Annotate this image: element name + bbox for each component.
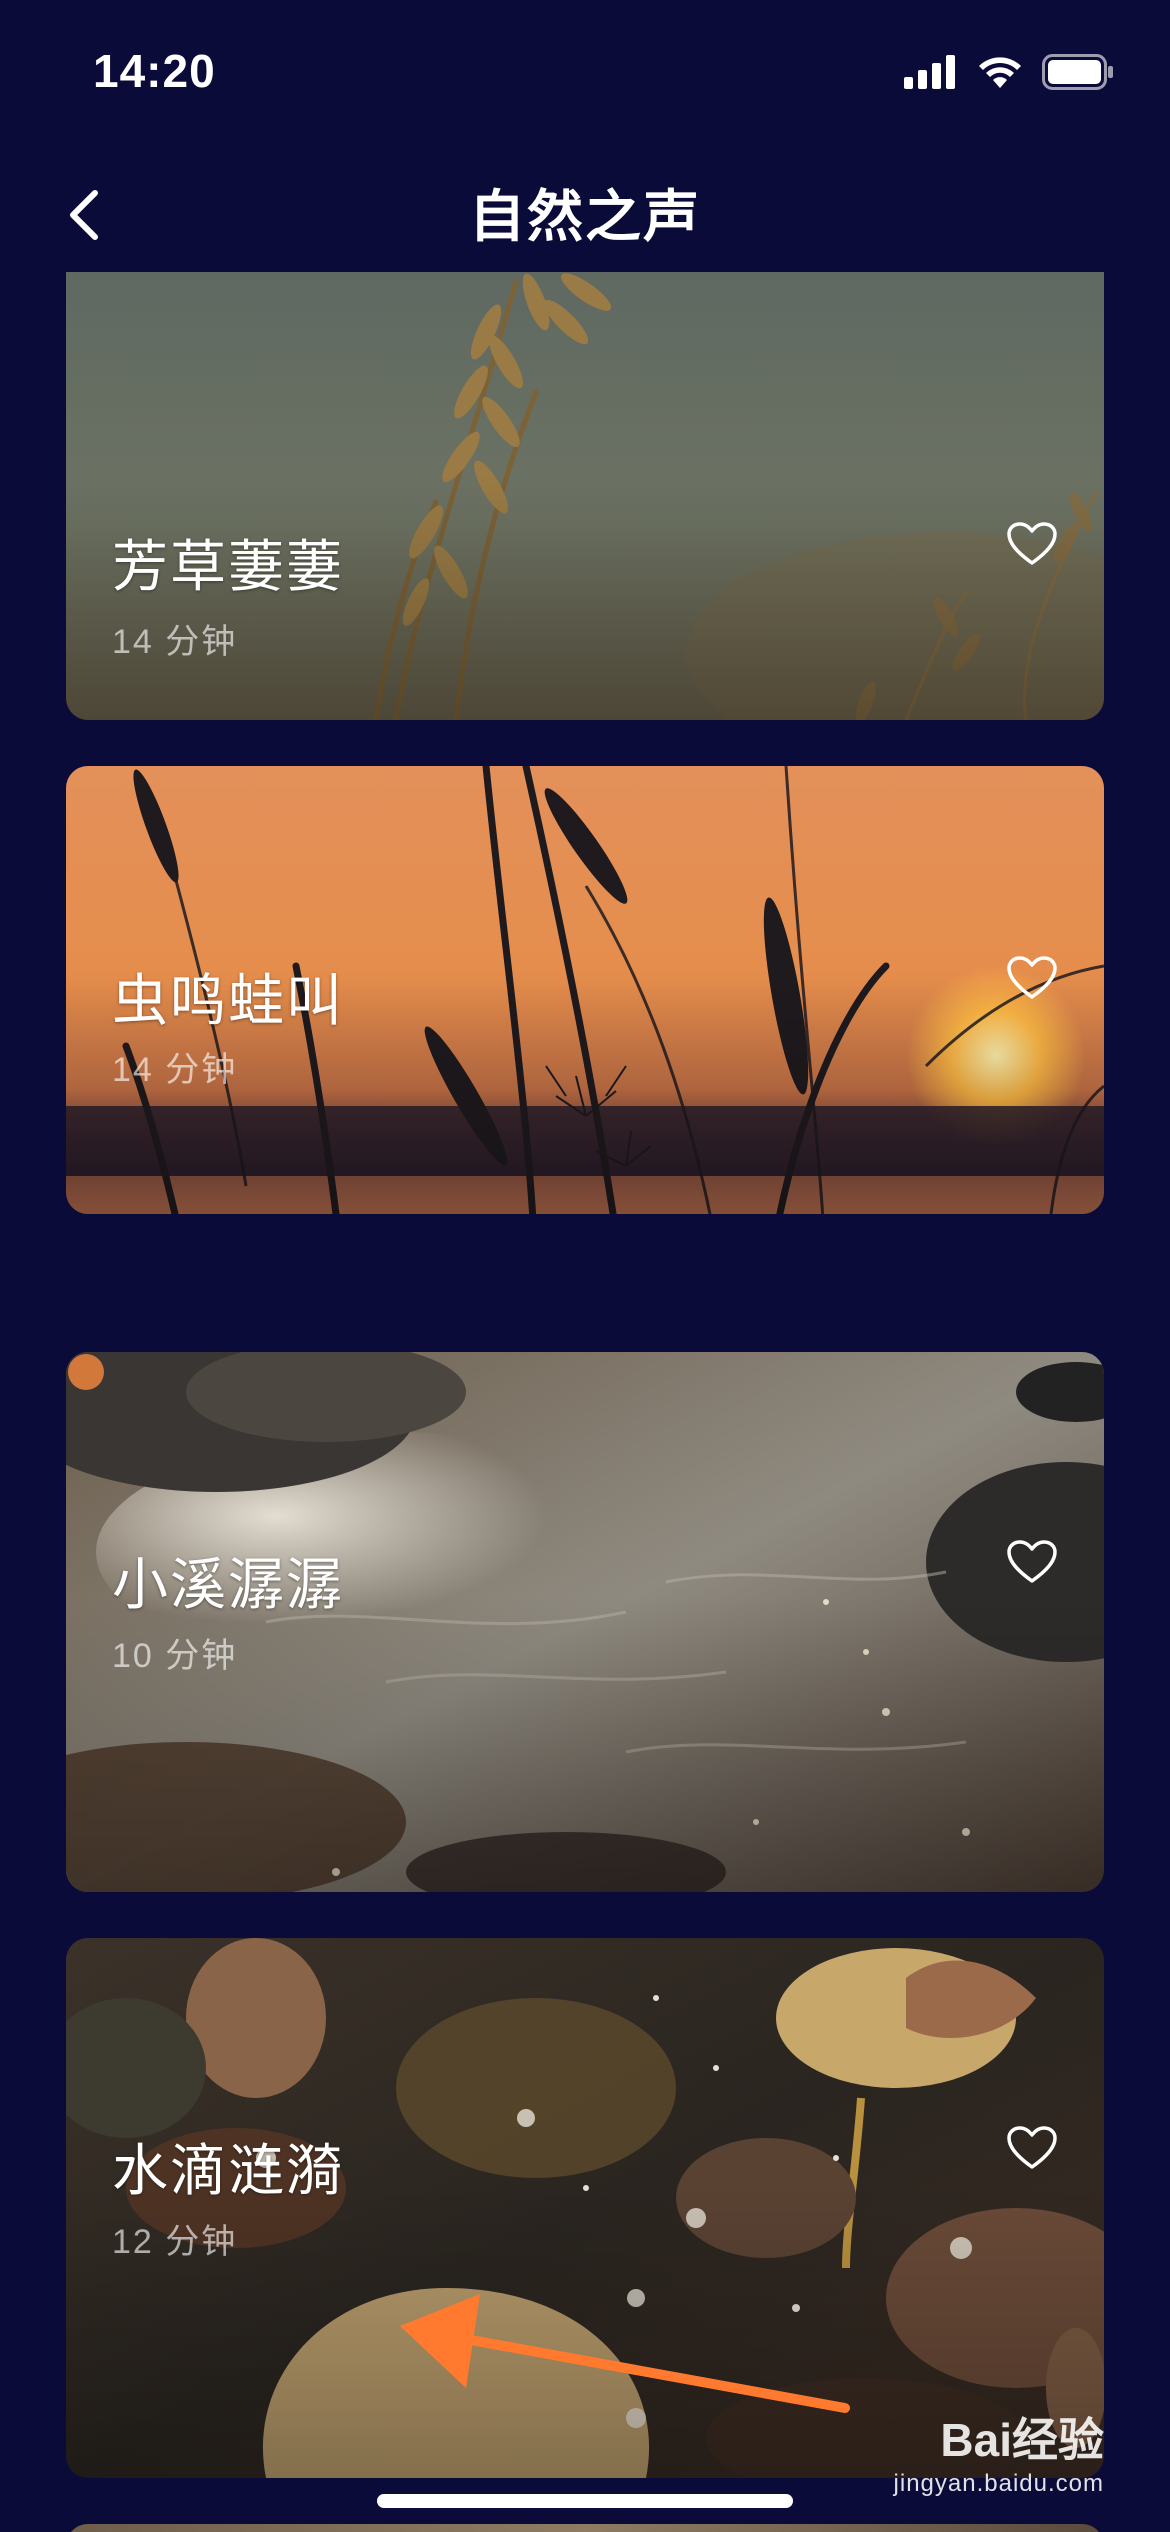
card-duration: 14 分钟 [112, 1051, 238, 1089]
favorite-button[interactable] [1000, 946, 1064, 1010]
sound-card[interactable]: 虫鸣蛙叫 14 分钟 [66, 766, 1104, 1214]
status-icons [904, 52, 1114, 92]
favorite-button[interactable] [1000, 512, 1064, 576]
card-title: 小溪潺潺 [112, 1553, 344, 1616]
card-title: 虫鸣蛙叫 [112, 969, 344, 1032]
sound-list[interactable]: 芳草萋萋 14 分钟 虫鸣蛙叫 14 分钟 小溪潺潺 10 分钟 水滴涟漪 12… [0, 272, 1170, 2532]
sound-card[interactable]: 芳草萋萋 14 分钟 [66, 272, 1104, 720]
card-title: 水滴涟漪 [112, 2139, 344, 2202]
watermark: Bai经验 jingyan.baidu.com [894, 2404, 1104, 2498]
navigation-bar: 自然之声 [0, 150, 1170, 270]
home-indicator[interactable] [377, 2494, 793, 2508]
card-duration: 10 分钟 [112, 1637, 238, 1675]
favorite-button[interactable] [1000, 2116, 1064, 2180]
card-image [66, 2524, 1104, 2532]
watermark-brand: Bai经验 [894, 2404, 1104, 2470]
watermark-url: jingyan.baidu.com [893, 2470, 1104, 2497]
card-duration: 12 分钟 [112, 2223, 238, 2261]
battery-icon [1042, 54, 1113, 90]
sound-card[interactable]: 小溪潺潺 10 分钟 [66, 1352, 1104, 1892]
heart-icon [1007, 2126, 1057, 2169]
card-duration: 14 分钟 [112, 623, 238, 661]
status-bar: 14:20 [0, 0, 1170, 150]
cellular-signal-icon [904, 55, 955, 89]
favorite-button[interactable] [1000, 1530, 1064, 1594]
card-title: 芳草萋萋 [112, 535, 344, 598]
wifi-icon [979, 57, 1021, 88]
heart-icon [1007, 522, 1057, 565]
card-shade [66, 1352, 1104, 1892]
heart-icon [1007, 956, 1057, 999]
heart-icon [1007, 1540, 1057, 1583]
page-title: 自然之声 [469, 185, 701, 248]
watermark-brand-text: Bai经验 [940, 2414, 1104, 2466]
status-time: 14:20 [93, 45, 216, 97]
annotation-arrow-icon [400, 2294, 850, 2413]
sound-card[interactable] [66, 2524, 1104, 2532]
